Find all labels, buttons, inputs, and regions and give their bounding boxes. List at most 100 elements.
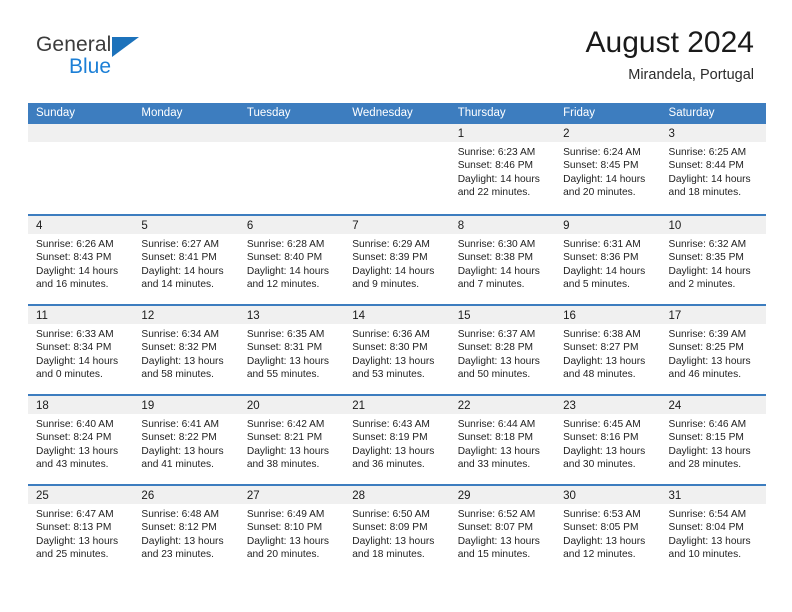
day-number-band: 3 bbox=[660, 124, 766, 142]
calendar-day-cell[interactable]: 29 Sunrise: 6:52 AM Sunset: 8:07 PM Dayligh… bbox=[449, 486, 556, 574]
day-details: Sunrise: 6:27 AM Sunset: 8:41 PM Daylight:… bbox=[133, 234, 238, 292]
day-number: 8 bbox=[457, 220, 465, 232]
calendar-day-cell[interactable]: 3 Sunrise: 6:25 AM Sunset: 8:44 PM Daylight… bbox=[660, 124, 766, 214]
calendar-day-cell[interactable]: 6 Sunrise: 6:28 AM Sunset: 8:40 PM Daylight… bbox=[238, 216, 345, 304]
day-detail-line: and 23 minutes. bbox=[141, 549, 214, 561]
day-number-band: 6 bbox=[238, 216, 345, 234]
day-number: 15 bbox=[457, 310, 471, 322]
day-details bbox=[344, 142, 449, 146]
day-detail-line: Daylight: 14 hours bbox=[141, 265, 224, 277]
calendar-day-cell[interactable]: 16 Sunrise: 6:38 AM Sunset: 8:27 PM Dayligh… bbox=[555, 306, 661, 394]
day-detail-line: Sunrise: 6:53 AM bbox=[563, 509, 641, 520]
calendar-day-cell[interactable]: 26 Sunrise: 6:48 AM Sunset: 8:12 PM Dayligh… bbox=[133, 486, 239, 574]
day-number-band: 21 bbox=[344, 396, 450, 414]
day-number: 21 bbox=[352, 400, 366, 412]
day-detail-line: Sunset: 8:30 PM bbox=[352, 342, 428, 354]
day-number-band: 25 bbox=[28, 486, 134, 504]
day-detail-line: Sunrise: 6:48 AM bbox=[141, 509, 220, 520]
calendar-day-cell[interactable]: 11 Sunrise: 6:33 AM Sunset: 8:34 PM Dayligh… bbox=[28, 306, 134, 394]
calendar-day-cell[interactable]: 15 Sunrise: 6:37 AM Sunset: 8:28 PM Dayligh… bbox=[449, 306, 556, 394]
day-detail-line: and 25 minutes. bbox=[36, 549, 109, 561]
calendar-day-cell[interactable]: 10 Sunrise: 6:32 AM Sunset: 8:35 PM Dayligh… bbox=[660, 216, 766, 304]
day-detail-line: Sunrise: 6:38 AM bbox=[563, 329, 641, 340]
day-details: Sunrise: 6:31 AM Sunset: 8:36 PM Daylight:… bbox=[555, 234, 660, 292]
day-detail-line: Daylight: 13 hours bbox=[457, 355, 540, 367]
calendar-day-cell[interactable]: 30 Sunrise: 6:53 AM Sunset: 8:05 PM Dayligh… bbox=[555, 486, 661, 574]
page-title: August 2024 bbox=[585, 26, 754, 59]
calendar-day-cell[interactable]: 7 Sunrise: 6:29 AM Sunset: 8:39 PM Daylight… bbox=[344, 216, 450, 304]
calendar-day-cell[interactable]: 24 Sunrise: 6:46 AM Sunset: 8:15 PM Dayligh… bbox=[660, 396, 766, 484]
calendar-day-cell[interactable]: 22 Sunrise: 6:44 AM Sunset: 8:18 PM Dayligh… bbox=[449, 396, 556, 484]
day-details: Sunrise: 6:40 AM Sunset: 8:24 PM Daylight:… bbox=[28, 414, 133, 472]
calendar-day-cell[interactable]: 18 Sunrise: 6:40 AM Sunset: 8:24 PM Dayligh… bbox=[28, 396, 134, 484]
day-detail-line: Sunset: 8:46 PM bbox=[457, 160, 534, 172]
calendar-day-cell[interactable]: 25 Sunrise: 6:47 AM Sunset: 8:13 PM Dayligh… bbox=[28, 486, 134, 574]
day-number: 11 bbox=[36, 310, 48, 322]
calendar-day-cell[interactable]: 20 Sunrise: 6:42 AM Sunset: 8:21 PM Dayligh… bbox=[238, 396, 345, 484]
calendar-day-cell[interactable]: 5 Sunrise: 6:27 AM Sunset: 8:41 PM Daylight… bbox=[133, 216, 239, 304]
day-detail-line: and 43 minutes. bbox=[36, 459, 109, 471]
day-detail-line: and 20 minutes. bbox=[246, 549, 320, 561]
day-detail-line: Sunset: 8:44 PM bbox=[668, 160, 744, 172]
day-detail-line: Sunrise: 6:31 AM bbox=[563, 239, 641, 250]
calendar-day-cell[interactable]: 1 Sunrise: 6:23 AM Sunset: 8:46 PM Daylight… bbox=[449, 124, 556, 214]
day-detail-line: Sunset: 8:28 PM bbox=[457, 342, 534, 354]
day-detail-line: and 16 minutes. bbox=[36, 279, 109, 291]
day-detail-line: and 10 minutes. bbox=[668, 549, 742, 561]
calendar-day-cell[interactable]: 9 Sunrise: 6:31 AM Sunset: 8:36 PM Daylight… bbox=[555, 216, 661, 304]
day-number-band: 11 bbox=[28, 306, 134, 324]
day-detail-line: Sunset: 8:40 PM bbox=[246, 252, 323, 264]
day-details bbox=[133, 142, 238, 146]
day-number-band: 1 bbox=[449, 124, 556, 142]
day-details: Sunrise: 6:38 AM Sunset: 8:27 PM Daylight:… bbox=[555, 324, 660, 382]
day-number-band: 22 bbox=[449, 396, 556, 414]
calendar-day-cell[interactable]: 19 Sunrise: 6:41 AM Sunset: 8:22 PM Dayligh… bbox=[133, 396, 239, 484]
day-number-band: 24 bbox=[660, 396, 766, 414]
calendar-day-cell[interactable]: 23 Sunrise: 6:45 AM Sunset: 8:16 PM Dayligh… bbox=[555, 396, 661, 484]
weekday-header-thursday: Thursday bbox=[457, 107, 506, 119]
day-detail-line: Sunset: 8:36 PM bbox=[563, 252, 639, 264]
calendar-day-cell[interactable]: 21 Sunrise: 6:43 AM Sunset: 8:19 PM Dayligh… bbox=[344, 396, 450, 484]
day-number-band: 26 bbox=[133, 486, 239, 504]
day-detail-line: and 15 minutes. bbox=[457, 549, 531, 561]
calendar-weeks: 1 Sunrise: 6:23 AM Sunset: 8:46 PM Daylight… bbox=[28, 124, 766, 574]
day-detail-line: Daylight: 13 hours bbox=[141, 445, 224, 457]
calendar-day-cell[interactable]: 27 Sunrise: 6:49 AM Sunset: 8:10 PM Dayligh… bbox=[238, 486, 345, 574]
calendar-day-cell[interactable]: 2 Sunrise: 6:24 AM Sunset: 8:45 PM Daylight… bbox=[555, 124, 661, 214]
calendar-day-cell[interactable]: 12 Sunrise: 6:34 AM Sunset: 8:32 PM Dayligh… bbox=[133, 306, 239, 394]
day-number-band bbox=[133, 124, 239, 142]
calendar-day-cell[interactable]: 14 Sunrise: 6:36 AM Sunset: 8:30 PM Dayligh… bbox=[344, 306, 450, 394]
day-detail-line: Sunrise: 6:54 AM bbox=[668, 509, 747, 520]
day-number-band: 14 bbox=[344, 306, 450, 324]
day-number: 4 bbox=[36, 220, 43, 232]
day-detail-line: and 18 minutes. bbox=[668, 187, 742, 199]
day-details: Sunrise: 6:24 AM Sunset: 8:45 PM Daylight:… bbox=[555, 142, 660, 200]
calendar-day-cell[interactable]: 17 Sunrise: 6:39 AM Sunset: 8:25 PM Dayligh… bbox=[660, 306, 766, 394]
day-number: 29 bbox=[457, 490, 471, 502]
day-detail-line: Daylight: 14 hours bbox=[246, 265, 329, 277]
day-detail-line: Daylight: 14 hours bbox=[668, 265, 751, 277]
day-number-band: 13 bbox=[238, 306, 345, 324]
day-detail-line: and 12 minutes. bbox=[563, 549, 636, 561]
day-detail-line: and 0 minutes. bbox=[36, 369, 103, 381]
day-number: 17 bbox=[668, 310, 682, 322]
calendar-day-cell[interactable]: 4 Sunrise: 6:26 AM Sunset: 8:43 PM Daylight… bbox=[28, 216, 134, 304]
day-number-band bbox=[238, 124, 345, 142]
day-number: 28 bbox=[352, 490, 366, 502]
day-detail-line: and 46 minutes. bbox=[668, 369, 742, 381]
logo-text-general: General bbox=[36, 33, 112, 56]
day-number: 1 bbox=[457, 128, 465, 140]
day-detail-line: Daylight: 14 hours bbox=[563, 173, 646, 185]
day-number: 14 bbox=[352, 310, 366, 322]
calendar-day-cell-empty bbox=[133, 124, 239, 214]
day-number: 19 bbox=[141, 400, 155, 412]
calendar-day-cell[interactable]: 28 Sunrise: 6:50 AM Sunset: 8:09 PM Dayligh… bbox=[344, 486, 450, 574]
calendar-day-cell[interactable]: 13 Sunrise: 6:35 AM Sunset: 8:31 PM Dayligh… bbox=[238, 306, 345, 394]
day-details: Sunrise: 6:54 AM Sunset: 8:04 PM Daylight:… bbox=[661, 504, 766, 562]
day-detail-line: Daylight: 13 hours bbox=[36, 535, 119, 547]
calendar-day-cell[interactable]: 8 Sunrise: 6:30 AM Sunset: 8:38 PM Daylight… bbox=[449, 216, 556, 304]
calendar-day-cell[interactable]: 31 Sunrise: 6:54 AM Sunset: 8:04 PM Dayligh… bbox=[660, 486, 766, 574]
day-detail-line: and 22 minutes. bbox=[457, 187, 531, 199]
day-detail-line: Sunset: 8:09 PM bbox=[352, 522, 428, 534]
generalblue-logo[interactable]: General Blue bbox=[36, 34, 216, 90]
